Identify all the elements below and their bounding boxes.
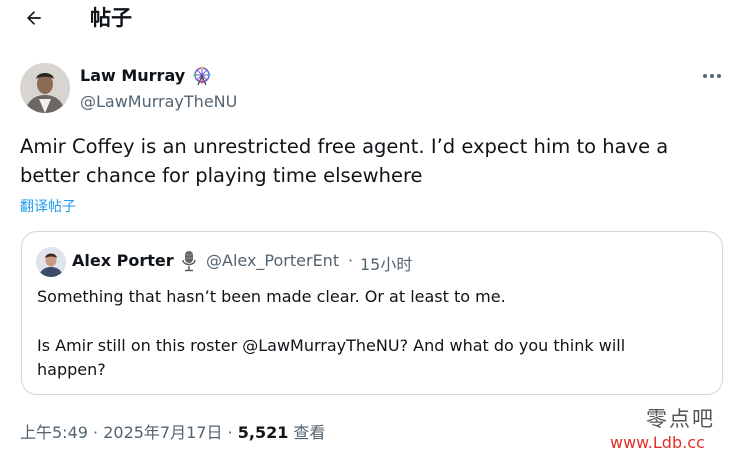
avatar-image [20,63,70,113]
more-options-button[interactable] [698,64,726,88]
watermark-url: www.Ldb.cc [610,433,705,452]
back-button[interactable] [20,4,48,32]
avatar-image [36,247,66,277]
microphone-icon [182,251,196,272]
author-avatar[interactable] [20,63,70,113]
quoted-author-avatar [36,247,66,277]
quoted-author-name: Alex Porter [72,251,174,270]
top-bar: 帖子 [0,0,750,40]
quoted-post-time: 15小时 [360,255,413,274]
author-name[interactable]: Law Murray [80,66,185,85]
separator-dot: · [87,423,104,442]
post-text: Amir Coffey is an unrestricted free agen… [20,135,669,187]
views-count: 5,521 [237,423,289,442]
post-metadata: 上午5:49 · 2025年7月17日 · 5,521 查看 [20,419,325,443]
author-handle[interactable]: @LawMurrayTheNU [80,92,237,111]
translate-post-link[interactable]: 翻译帖子 [20,196,76,216]
post-time[interactable]: 上午5:49 [20,423,88,442]
more-horizontal-icon [703,74,707,78]
quoted-post[interactable]: Alex Porter @Alex_PorterEnt · 15小时 Somet… [21,231,723,395]
quoted-post-text-paragraph: Is Amir still on this roster @LawMurrayT… [37,336,626,379]
arrow-left-icon [27,11,41,25]
quoted-post-text-line: Something that hasn’t been made clear. O… [37,287,506,306]
separator-dot: · [222,423,238,442]
quoted-author-handle: @Alex_PorterEnt [206,251,340,270]
ferris-wheel-icon[interactable] [192,66,212,86]
post-date[interactable]: 2025年7月17日 [103,423,222,442]
views-label: 查看 [288,423,326,442]
page-title: 帖子 [90,6,132,30]
watermark-text: 零点吧 [646,407,715,431]
separator-dot: · [348,251,354,270]
